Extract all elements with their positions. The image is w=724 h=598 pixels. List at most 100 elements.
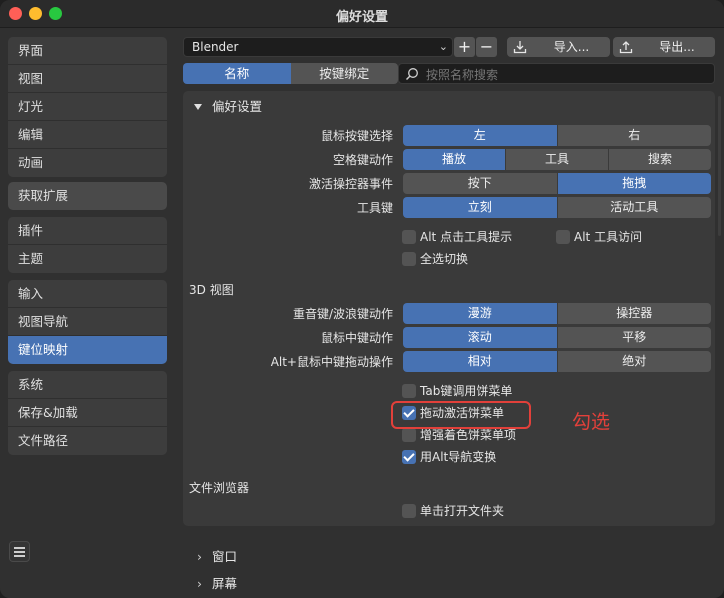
mouse-select-toggle: 左 右 — [403, 125, 711, 146]
sidebar-item-system[interactable]: 系统 — [8, 371, 167, 399]
window-title: 偏好设置 — [335, 10, 388, 25]
preferences-window: 偏好设置 界面 视图 灯光 编辑 动画 获取扩展 插件 主题 输入 视图导航 键… — [0, 0, 724, 598]
option-drag[interactable]: 拖拽 — [557, 173, 711, 194]
chevron-down-icon: ⌄ — [438, 40, 448, 53]
panel-header-screen[interactable]: › 屏幕 — [197, 573, 237, 592]
option-active-tool[interactable]: 活动工具 — [557, 197, 711, 218]
checkbox-box — [402, 504, 416, 518]
option-orbit[interactable]: 滚动 — [403, 327, 558, 348]
option-press[interactable]: 按下 — [403, 173, 558, 194]
option-right[interactable]: 右 — [557, 125, 711, 146]
panel-header-preferences[interactable]: 偏好设置 — [194, 96, 262, 115]
row-label-alt-mmb-drag: Alt+鼠标中键拖动操作 — [270, 355, 393, 369]
sidebar-item-viewport[interactable]: 视图 — [8, 65, 167, 93]
checkbox-alt-tool-access[interactable]: Alt 工具访问 — [556, 229, 642, 247]
sidebar-item-interface[interactable]: 界面 — [8, 37, 167, 65]
sidebar-item-save-load[interactable]: 保存&加载 — [8, 399, 167, 427]
tab-name[interactable]: 名称 — [183, 63, 291, 84]
panel-header-label: 窗口 — [212, 549, 238, 564]
gizmo-event-toggle: 按下 拖拽 — [403, 173, 711, 194]
option-relative[interactable]: 相对 — [403, 351, 558, 372]
checkbox-tab-pie-menu[interactable]: Tab键调用饼菜单 — [402, 383, 512, 401]
section-3d-view: 3D 视图 — [189, 283, 234, 297]
option-pan[interactable]: 平移 — [557, 327, 711, 348]
annotation-text: 勾选 — [572, 411, 611, 433]
row-label-mouse-select: 鼠标按键选择 — [320, 129, 393, 143]
import-label: 导入... — [553, 40, 590, 54]
export-icon — [619, 41, 633, 54]
tool-keys-toggle: 立刻 活动工具 — [403, 197, 711, 218]
title-bar: 偏好设置 — [0, 0, 724, 28]
panel-header-window[interactable]: › 窗口 — [197, 546, 237, 565]
sidebar-group-input: 输入 视图导航 键位映射 — [8, 280, 167, 364]
row-label-spacebar-action: 空格键动作 — [332, 153, 393, 167]
checkbox-enhanced-shading-pie[interactable]: 增强着色饼菜单项 — [402, 427, 516, 445]
sidebar-item-themes[interactable]: 主题 — [8, 245, 167, 273]
sidebar-item-animation[interactable]: 动画 — [8, 149, 167, 177]
sidebar-item-editing[interactable]: 编辑 — [8, 121, 167, 149]
checkbox-single-click-open-folder[interactable]: 单击打开文件夹 — [402, 503, 504, 521]
add-preset-button[interactable]: + — [454, 37, 475, 57]
expand-triangle-icon — [194, 104, 202, 110]
option-absolute[interactable]: 绝对 — [557, 351, 711, 372]
row-label-gizmo-event: 激活操控器事件 — [308, 177, 393, 191]
search-input[interactable]: 按照名称搜索 — [398, 63, 715, 84]
checkbox-box — [556, 230, 570, 244]
annotation-highlight-box — [391, 401, 531, 429]
panel-header-label: 偏好设置 — [212, 99, 263, 114]
checkbox-box — [402, 384, 416, 398]
scrollbar[interactable] — [718, 96, 721, 236]
row-label-middle-mouse-action: 鼠标中键动作 — [320, 331, 393, 345]
sidebar-group-system: 系统 保存&加载 文件路径 — [8, 371, 167, 455]
checkbox-box — [402, 428, 416, 442]
sidebar-group-extensions: 获取扩展 — [8, 182, 167, 210]
sidebar-item-addons[interactable]: 插件 — [8, 217, 167, 245]
sidebar-item-file-paths[interactable]: 文件路径 — [8, 427, 167, 455]
tilde-action-toggle: 漫游 操控器 — [403, 303, 711, 324]
row-label-tool-keys: 工具键 — [356, 201, 393, 215]
chevron-right-icon: › — [197, 549, 202, 564]
option-search[interactable]: 搜索 — [609, 149, 711, 170]
filter-type-tabs: 名称 按键绑定 — [183, 63, 398, 84]
search-icon — [405, 68, 418, 81]
export-button[interactable]: 导出... — [613, 37, 715, 57]
hamburger-menu-icon[interactable] — [9, 541, 30, 562]
checkbox-alt-click-tooltip[interactable]: Alt 点击工具提示 — [402, 229, 512, 247]
spacebar-action-toggle: 播放 工具 搜索 — [403, 149, 711, 170]
checkbox-label: 增强着色饼菜单项 — [420, 428, 517, 442]
sidebar-item-navigation[interactable]: 视图导航 — [8, 308, 167, 336]
checkbox-alt-navigation[interactable]: 用Alt导航变换 — [402, 449, 496, 467]
panel-header-label: 屏幕 — [212, 576, 238, 591]
tab-keybinding[interactable]: 按键绑定 — [290, 63, 398, 84]
sidebar-item-lights[interactable]: 灯光 — [8, 93, 167, 121]
checkbox-box — [402, 252, 416, 266]
checkbox-box — [402, 230, 416, 244]
middle-mouse-action-toggle: 滚动 平移 — [403, 327, 711, 348]
checkbox-box-checked — [402, 450, 416, 464]
import-button[interactable]: 导入... — [507, 37, 610, 57]
option-tools[interactable]: 工具 — [506, 149, 609, 170]
section-file-browser: 文件浏览器 — [189, 481, 250, 495]
remove-preset-button[interactable]: − — [476, 37, 497, 57]
checkbox-select-all-toggles[interactable]: 全选切换 — [402, 251, 468, 269]
sidebar-group-addons: 插件 主题 — [8, 217, 167, 273]
option-gizmos[interactable]: 操控器 — [557, 303, 711, 324]
sidebar-item-keymap[interactable]: 键位映射 — [8, 336, 167, 364]
checkbox-label: Alt 工具访问 — [574, 230, 643, 244]
checkbox-label: 用Alt导航变换 — [420, 450, 497, 464]
keymap-preset-select[interactable]: Blender ⌄ — [183, 37, 453, 57]
option-play[interactable]: 播放 — [403, 149, 506, 170]
chevron-right-icon: › — [197, 576, 202, 591]
sidebar: 界面 视图 灯光 编辑 动画 获取扩展 插件 主题 输入 视图导航 键位映射 系… — [0, 28, 176, 598]
option-immediate[interactable]: 立刻 — [403, 197, 558, 218]
checkbox-label: Alt 点击工具提示 — [420, 230, 513, 244]
sidebar-item-get-extensions[interactable]: 获取扩展 — [8, 182, 167, 210]
export-label: 导出... — [659, 40, 695, 54]
sidebar-group-general: 界面 视图 灯光 编辑 动画 — [8, 37, 167, 177]
import-icon — [513, 41, 527, 54]
search-placeholder: 按照名称搜索 — [426, 68, 499, 82]
row-label-tilde-action: 重音键/波浪键动作 — [292, 307, 393, 321]
option-left[interactable]: 左 — [403, 125, 558, 146]
option-navigate[interactable]: 漫游 — [403, 303, 558, 324]
sidebar-item-input[interactable]: 输入 — [8, 280, 167, 308]
